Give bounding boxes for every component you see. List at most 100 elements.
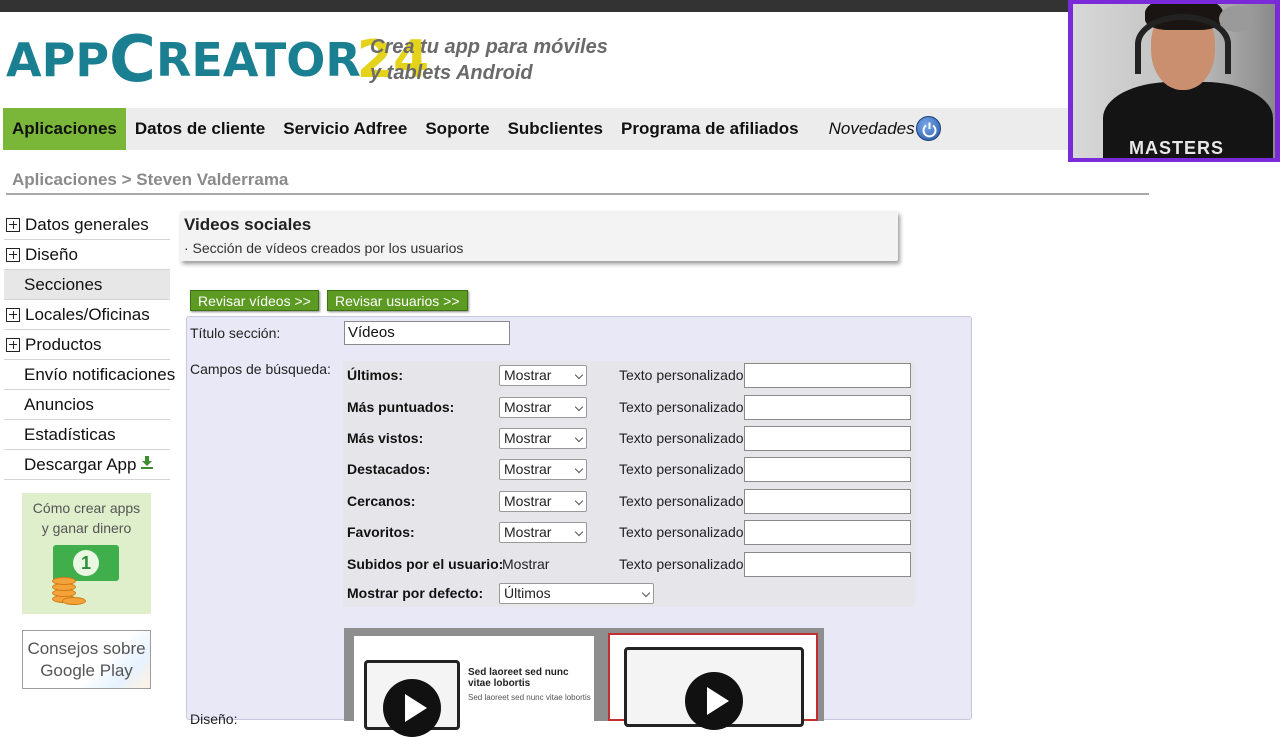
subidos-usuario-custom-text-input[interactable] [744,552,911,577]
review-users-button[interactable]: Revisar usuarios >> [327,290,468,311]
mas-vistos-custom-text-input[interactable] [744,426,911,451]
search-fields-grid: Últimos: Mostrar Texto personalizado: Má… [343,361,915,607]
appcreator24-logo[interactable]: APP C REATOR 24 [6,28,429,92]
logo-reator-text: REATOR [156,33,361,87]
shirt-text: MASTERS [1129,138,1225,158]
logo-app-text: APP [6,33,110,87]
expand-plus-icon[interactable] [6,247,20,262]
preview-title: Sed laoreet sed nunc vitae lobortis [468,667,569,689]
custom-text-label: Texto personalizado: [619,461,748,477]
microphone-icon [1219,6,1253,32]
row-label-favoritos: Favoritos: [347,524,415,540]
select-value: Mostrar [504,367,552,383]
promo-create-apps-banner[interactable]: Cómo crear apps y ganar dinero 1 [22,493,151,614]
sidebar-item-label: Estadísticas [24,424,116,444]
favoritos-select[interactable]: Mostrar [499,522,587,543]
promo-google-play-tips-banner[interactable]: Consejos sobre Google Play [22,630,151,689]
expand-plus-icon[interactable] [6,217,20,232]
section-title-input[interactable]: Vídeos [344,321,510,345]
favoritos-custom-text-input[interactable] [744,520,911,545]
nav-item-soporte[interactable]: Soporte [416,108,498,150]
select-value: Mostrar [504,493,552,509]
custom-text-label: Texto personalizado: [619,524,748,540]
sidebar-item-descargar-app[interactable]: Descargar App [4,450,170,480]
sidebar-item-datos-generales[interactable]: Datos generales [4,210,170,240]
ultimos-custom-text-input[interactable] [744,363,911,388]
sidebar-item-productos[interactable]: Productos [4,330,170,360]
chevron-down-icon [641,588,651,598]
expand-plus-icon[interactable] [6,307,20,322]
chevron-down-icon [574,527,584,537]
ultimos-select[interactable]: Mostrar [499,365,587,386]
cercanos-select[interactable]: Mostrar [499,491,587,512]
power-icon[interactable] [916,116,941,141]
custom-text-label: Texto personalizado: [619,556,748,572]
promo-line-1: Cómo crear apps [32,500,141,516]
sidebar-item-label: Diseño [25,244,78,264]
select-value: Últimos [504,585,551,601]
mas-vistos-select[interactable]: Mostrar [499,428,587,449]
sidebar: Datos generales Diseño Secciones Locales… [4,210,175,480]
nav-item-subclientes[interactable]: Subclientes [499,108,612,150]
tagline: Crea tu app para móviles y tablets Andro… [370,34,608,86]
sidebar-item-label: Productos [25,334,102,354]
promo-line-2: y ganar dinero [41,520,132,536]
section-subtitle: · Sección de vídeos creados por los usua… [184,240,464,256]
nav-item-programa-afiliados[interactable]: Programa de afiliados [612,108,808,150]
chevron-down-icon [574,370,584,380]
chevron-down-icon [574,402,584,412]
sidebar-item-label: Anuncios [24,394,94,414]
play-icon [685,672,743,730]
row-label-destacados: Destacados: [347,461,431,477]
sidebar-item-estadisticas[interactable]: Estadísticas [4,420,170,450]
sidebar-item-secciones[interactable]: Secciones [4,270,170,300]
download-icon [140,451,154,479]
coins-icon [50,571,86,605]
logo-c-text: C [109,23,156,97]
promo2-line-1: Consejos sobre [27,639,146,658]
default-view-select[interactable]: Últimos [499,583,654,604]
sidebar-item-label: Locales/Oficinas [25,304,150,324]
design-option-large[interactable] [608,633,818,730]
row-label-cercanos: Cercanos: [347,493,416,509]
section-title: Videos sociales [184,215,312,234]
row-label-mostrar-por-defecto: Mostrar por defecto: [347,585,484,601]
select-value: Mostrar [504,461,552,477]
design-option-list[interactable]: Sed laoreet sed nunc vitae lobortis Sed … [354,636,594,737]
chevron-down-icon [574,433,584,443]
breadcrumb[interactable]: Aplicaciones > Steven Valderrama [12,170,288,190]
nav-item-servicio-adfree[interactable]: Servicio Adfree [274,108,416,150]
review-videos-button[interactable]: Revisar vídeos >> [190,290,319,311]
sidebar-item-envio-notificaciones[interactable]: Envío notificaciones [4,360,175,390]
mas-puntuados-select[interactable]: Mostrar [499,397,587,418]
section-header-box: Videos sociales · Sección de vídeos crea… [180,211,898,261]
sidebar-item-diseno[interactable]: Diseño [4,240,170,270]
sidebar-item-locales[interactable]: Locales/Oficinas [4,300,170,330]
chevron-down-icon [574,464,584,474]
custom-text-label: Texto personalizado: [619,430,748,446]
headset-icon [1135,14,1231,74]
promo2-line-2: Google Play [40,661,133,680]
cercanos-custom-text-input[interactable] [744,489,911,514]
nav-item-aplicaciones[interactable]: Aplicaciones [3,108,126,150]
select-value: Mostrar [504,399,552,415]
design-label: Diseño: [190,711,238,727]
section-title-label: Título sección: [190,325,281,341]
row-label-ultimos: Últimos: [347,367,403,383]
mas-puntuados-custom-text-input[interactable] [744,395,911,420]
row-label-mas-puntuados: Más puntuados: [347,399,455,415]
design-options: Sed laoreet sed nunc vitae lobortis Sed … [344,628,824,737]
sidebar-item-anuncios[interactable]: Anuncios [4,390,170,420]
custom-text-label: Texto personalizado: [619,399,748,415]
nav-item-novedades[interactable]: Novedades [820,108,924,150]
breadcrumb-divider [6,193,1149,195]
destacados-custom-text-input[interactable] [744,457,911,482]
nav-item-datos-cliente[interactable]: Datos de cliente [126,108,274,150]
play-icon [383,679,441,737]
destacados-select[interactable]: Mostrar [499,459,587,480]
expand-plus-icon[interactable] [6,337,20,352]
row-label-subidos-usuario: Subidos por el usuario: [347,556,504,572]
tagline-line-2: y tablets Android [370,62,533,84]
webcam-overlay: MASTERS [1068,0,1280,162]
sidebar-item-label: Datos generales [25,214,149,234]
